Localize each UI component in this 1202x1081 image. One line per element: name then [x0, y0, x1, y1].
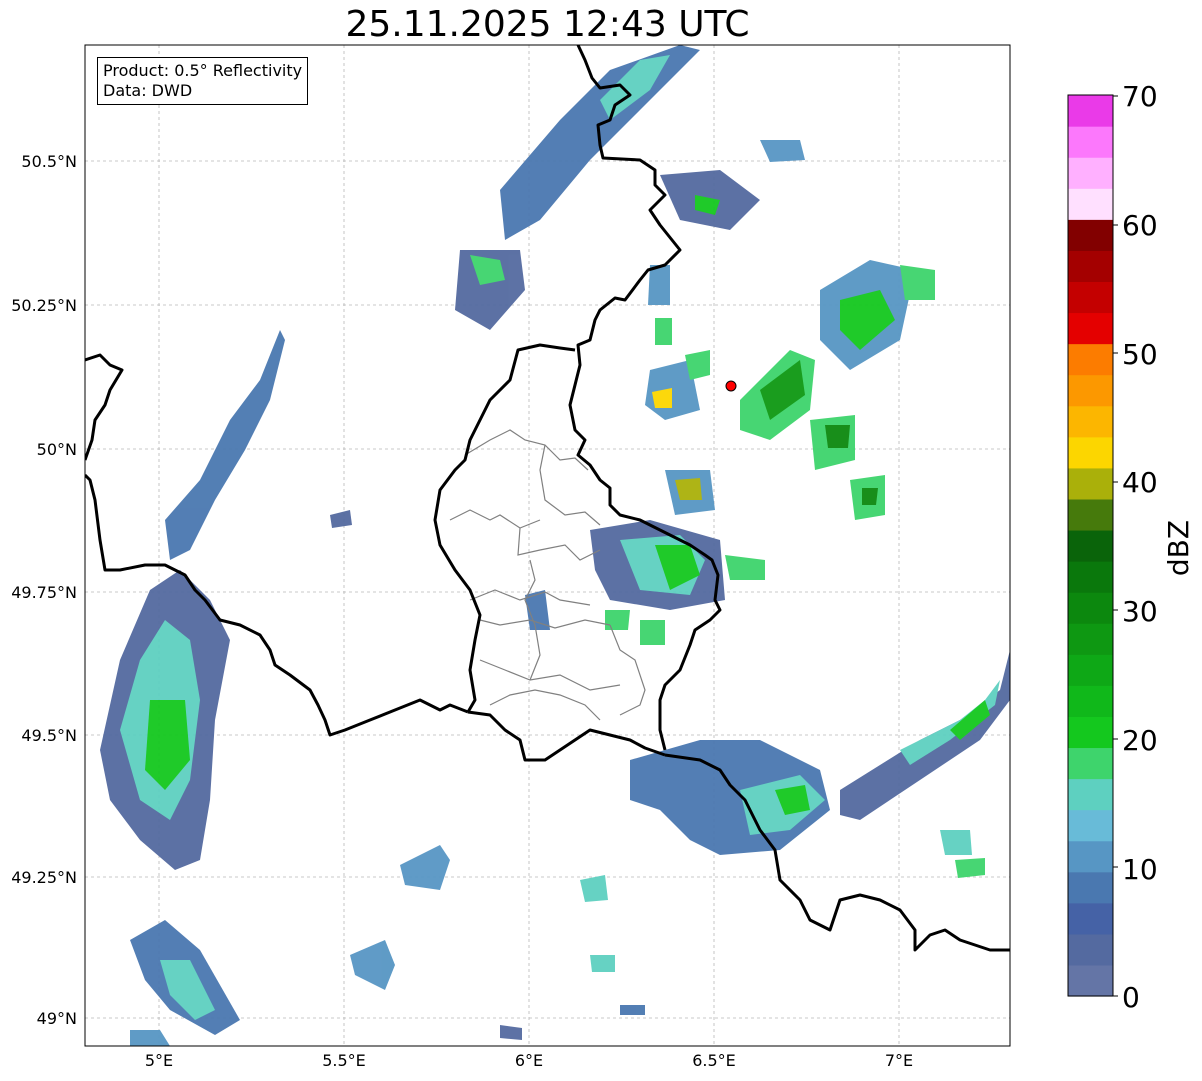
- y-tick-label: 49°N: [37, 1009, 77, 1028]
- data-source-text: Data: DWD: [103, 81, 193, 100]
- colorbar-segment: [1068, 250, 1113, 283]
- y-axis: 50.5°N 50.25°N 50°N 49.75°N 49.5°N 49.25…: [11, 152, 77, 1028]
- colorbar-tickmarks: [1113, 95, 1118, 997]
- colorbar-segment: [1068, 933, 1113, 966]
- colorbar-segment: [1068, 871, 1113, 904]
- colorbar-segment: [1068, 747, 1113, 780]
- colorbar-segment: [1068, 716, 1113, 749]
- y-tick-label: 50.5°N: [21, 152, 77, 171]
- colorbar-segment: [1068, 405, 1113, 438]
- colorbar-segment: [1068, 561, 1113, 593]
- colorbar-segment: [1068, 840, 1113, 873]
- y-tick-label: 50.25°N: [11, 296, 77, 315]
- colorbar-segment: [1068, 467, 1113, 500]
- colorbar-segment: [1068, 902, 1113, 935]
- y-tick-label: 49.75°N: [11, 583, 77, 602]
- radar-figure: 5°E 5.5°E 6°E 6.5°E 7°E 50.5°N 50.25°N 5…: [11, 44, 1195, 1070]
- colorbar-segment: [1068, 157, 1113, 189]
- x-tick-label: 6.5°E: [692, 1051, 736, 1070]
- x-axis: 5°E 5.5°E 6°E 6.5°E 7°E: [145, 1051, 913, 1070]
- colorbar-tick-label: 10: [1122, 853, 1158, 886]
- colorbar-label: dBZ: [1162, 520, 1195, 576]
- radar-site-marker: [725, 380, 737, 392]
- product-text: Product: 0.5° Reflectivity: [103, 61, 303, 80]
- colorbar-segment: [1068, 219, 1113, 251]
- colorbar-segment: [1068, 312, 1113, 345]
- colorbar-tick-label: 30: [1122, 595, 1158, 628]
- colorbar: [1068, 95, 1113, 997]
- x-tick-label: 7°E: [885, 1051, 913, 1070]
- colorbar-tick-label: 40: [1122, 466, 1158, 499]
- colorbar-segment: [1068, 188, 1113, 220]
- colorbar-segment: [1068, 623, 1113, 655]
- colorbar-tick-label: 60: [1122, 209, 1158, 242]
- y-tick-label: 49.5°N: [21, 726, 77, 745]
- colorbar-ticks: 70 60 50 40 30 20 10 0: [1122, 80, 1158, 1014]
- colorbar-tick-label: 20: [1122, 724, 1158, 757]
- colorbar-segment: [1068, 685, 1113, 717]
- colorbar-segment: [1068, 281, 1113, 314]
- colorbar-segment: [1068, 95, 1113, 127]
- colorbar-segment: [1068, 343, 1113, 376]
- y-tick-label: 49.25°N: [11, 868, 77, 887]
- colorbar-segment: [1068, 374, 1113, 407]
- colorbar-segment: [1068, 126, 1113, 158]
- colorbar-tick-label: 70: [1122, 80, 1158, 113]
- colorbar-segment: [1068, 592, 1113, 624]
- colorbar-segment: [1068, 436, 1113, 469]
- colorbar-segment: [1068, 654, 1113, 686]
- colorbar-tick-label: 0: [1122, 981, 1140, 1014]
- colorbar-segment: [1068, 498, 1113, 531]
- x-tick-label: 5.5°E: [322, 1051, 366, 1070]
- y-tick-label: 50°N: [37, 440, 77, 459]
- colorbar-segment: [1068, 964, 1113, 997]
- x-tick-label: 5°E: [145, 1051, 173, 1070]
- colorbar-tick-label: 50: [1122, 338, 1158, 371]
- info-box: Product: 0.5° Reflectivity Data: DWD: [97, 57, 309, 105]
- colorbar-segment: [1068, 809, 1113, 842]
- x-tick-label: 6°E: [515, 1051, 543, 1070]
- colorbar-segment: [1068, 778, 1113, 811]
- colorbar-segment: [1068, 529, 1113, 562]
